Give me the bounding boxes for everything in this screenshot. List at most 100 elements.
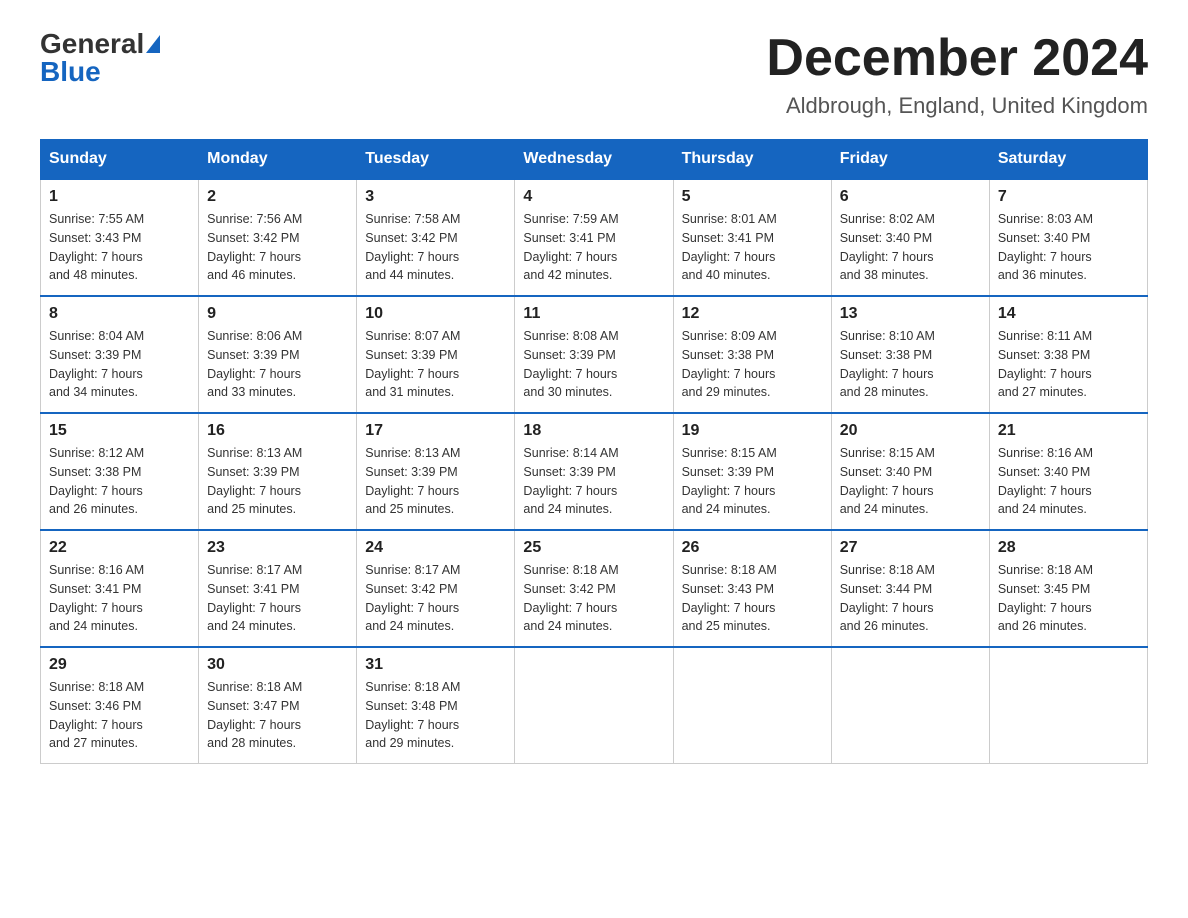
day-info: Sunrise: 8:18 AMSunset: 3:44 PMDaylight:… [840,563,935,633]
day-number: 18 [523,422,664,440]
day-info: Sunrise: 8:18 AMSunset: 3:42 PMDaylight:… [523,563,618,633]
calendar-cell: 13Sunrise: 8:10 AMSunset: 3:38 PMDayligh… [831,296,989,413]
calendar-cell: 20 Sunrise: 8:15 AMSunset: 3:40 PMDayligh… [831,413,989,530]
day-number: 13 [840,305,981,323]
day-info: Sunrise: 8:18 AMSunset: 3:47 PMDaylight:… [207,680,302,750]
day-info: Sunrise: 8:02 AMSunset: 3:40 PMDaylight:… [840,212,935,282]
day-info: Sunrise: 8:13 AMSunset: 3:39 PMDaylight:… [365,446,460,516]
day-info: Sunrise: 7:55 AMSunset: 3:43 PMDaylight:… [49,212,144,282]
day-number: 10 [365,305,506,323]
calendar-cell [989,647,1147,764]
day-number: 21 [998,422,1139,440]
header-friday: Friday [831,140,989,180]
day-number: 11 [523,305,664,323]
month-year-title: December 2024 [766,30,1148,87]
day-info: Sunrise: 8:04 AMSunset: 3:39 PMDaylight:… [49,329,144,399]
calendar-cell: 3Sunrise: 7:58 AMSunset: 3:42 PMDaylight… [357,179,515,296]
day-number: 27 [840,539,981,557]
logo: General Blue [40,30,160,86]
day-info: Sunrise: 8:15 AMSunset: 3:40 PMDaylight:… [840,446,935,516]
calendar-cell: 26Sunrise: 8:18 AMSunset: 3:43 PMDayligh… [673,530,831,647]
day-info: Sunrise: 8:11 AMSunset: 3:38 PMDaylight:… [998,329,1092,399]
day-info: Sunrise: 8:16 AMSunset: 3:41 PMDaylight:… [49,563,144,633]
location-subtitle: Aldbrough, England, United Kingdom [766,93,1148,119]
calendar-cell: 12Sunrise: 8:09 AMSunset: 3:38 PMDayligh… [673,296,831,413]
calendar-table: Sunday Monday Tuesday Wednesday Thursday… [40,139,1148,764]
day-number: 8 [49,305,190,323]
day-number: 14 [998,305,1139,323]
day-info: Sunrise: 8:01 AMSunset: 3:41 PMDaylight:… [682,212,777,282]
day-number: 25 [523,539,664,557]
calendar-week-3: 15 Sunrise: 8:12 AMSunset: 3:38 PMDayligh… [41,413,1148,530]
day-info: Sunrise: 7:59 AMSunset: 3:41 PMDaylight:… [523,212,618,282]
day-info: Sunrise: 8:12 AMSunset: 3:38 PMDaylight:… [49,446,144,516]
day-info: Sunrise: 8:09 AMSunset: 3:38 PMDaylight:… [682,329,777,399]
calendar-cell: 1 Sunrise: 7:55 AMSunset: 3:43 PMDaylight… [41,179,199,296]
calendar-cell [515,647,673,764]
header-tuesday: Tuesday [357,140,515,180]
day-info: Sunrise: 7:56 AMSunset: 3:42 PMDaylight:… [207,212,302,282]
day-number: 17 [365,422,506,440]
calendar-cell [673,647,831,764]
calendar-cell: 15 Sunrise: 8:12 AMSunset: 3:38 PMDayligh… [41,413,199,530]
day-number: 4 [523,188,664,206]
calendar-cell: 18 Sunrise: 8:14 AMSunset: 3:39 PMDayligh… [515,413,673,530]
calendar-cell: 27 Sunrise: 8:18 AMSunset: 3:44 PMDayligh… [831,530,989,647]
day-info: Sunrise: 8:08 AMSunset: 3:39 PMDaylight:… [523,329,618,399]
logo-blue: Blue [40,56,101,87]
day-info: Sunrise: 8:18 AMSunset: 3:48 PMDaylight:… [365,680,460,750]
calendar-week-2: 8 Sunrise: 8:04 AMSunset: 3:39 PMDaylight… [41,296,1148,413]
day-info: Sunrise: 8:18 AMSunset: 3:46 PMDaylight:… [49,680,144,750]
day-number: 9 [207,305,348,323]
day-number: 24 [365,539,506,557]
day-number: 2 [207,188,348,206]
calendar-week-4: 22 Sunrise: 8:16 AMSunset: 3:41 PMDayligh… [41,530,1148,647]
weekday-header-row: Sunday Monday Tuesday Wednesday Thursday… [41,140,1148,180]
calendar-cell: 2 Sunrise: 7:56 AMSunset: 3:42 PMDaylight… [199,179,357,296]
calendar-cell: 19 Sunrise: 8:15 AMSunset: 3:39 PMDayligh… [673,413,831,530]
day-number: 30 [207,656,348,674]
title-area: December 2024 Aldbrough, England, United… [766,30,1148,119]
logo-general: General [40,30,144,58]
calendar-cell: 22 Sunrise: 8:16 AMSunset: 3:41 PMDayligh… [41,530,199,647]
calendar-cell: 25 Sunrise: 8:18 AMSunset: 3:42 PMDayligh… [515,530,673,647]
calendar-cell: 17 Sunrise: 8:13 AMSunset: 3:39 PMDayligh… [357,413,515,530]
day-number: 23 [207,539,348,557]
calendar-cell: 6 Sunrise: 8:02 AMSunset: 3:40 PMDaylight… [831,179,989,296]
day-number: 16 [207,422,348,440]
calendar-cell: 4 Sunrise: 7:59 AMSunset: 3:41 PMDaylight… [515,179,673,296]
day-number: 20 [840,422,981,440]
calendar-cell [831,647,989,764]
header-thursday: Thursday [673,140,831,180]
day-number: 29 [49,656,190,674]
calendar-week-5: 29 Sunrise: 8:18 AMSunset: 3:46 PMDayligh… [41,647,1148,764]
day-info: Sunrise: 7:58 AMSunset: 3:42 PMDaylight:… [365,212,460,282]
calendar-week-1: 1 Sunrise: 7:55 AMSunset: 3:43 PMDaylight… [41,179,1148,296]
day-number: 1 [49,188,190,206]
calendar-cell: 14 Sunrise: 8:11 AMSunset: 3:38 PMDayligh… [989,296,1147,413]
day-number: 6 [840,188,981,206]
header-wednesday: Wednesday [515,140,673,180]
day-number: 15 [49,422,190,440]
day-number: 22 [49,539,190,557]
day-number: 19 [682,422,823,440]
calendar-cell: 7Sunrise: 8:03 AMSunset: 3:40 PMDaylight… [989,179,1147,296]
calendar-cell: 11 Sunrise: 8:08 AMSunset: 3:39 PMDayligh… [515,296,673,413]
day-info: Sunrise: 8:07 AMSunset: 3:39 PMDaylight:… [365,329,460,399]
day-info: Sunrise: 8:16 AMSunset: 3:40 PMDaylight:… [998,446,1093,516]
day-number: 26 [682,539,823,557]
calendar-cell: 8 Sunrise: 8:04 AMSunset: 3:39 PMDaylight… [41,296,199,413]
logo-triangle-icon [146,35,160,53]
day-info: Sunrise: 8:15 AMSunset: 3:39 PMDaylight:… [682,446,777,516]
header-saturday: Saturday [989,140,1147,180]
day-number: 31 [365,656,506,674]
calendar-cell: 21 Sunrise: 8:16 AMSunset: 3:40 PMDayligh… [989,413,1147,530]
day-number: 5 [682,188,823,206]
day-info: Sunrise: 8:03 AMSunset: 3:40 PMDaylight:… [998,212,1093,282]
day-info: Sunrise: 8:14 AMSunset: 3:39 PMDaylight:… [523,446,618,516]
calendar-cell: 29 Sunrise: 8:18 AMSunset: 3:46 PMDayligh… [41,647,199,764]
calendar-cell: 28Sunrise: 8:18 AMSunset: 3:45 PMDayligh… [989,530,1147,647]
day-info: Sunrise: 8:17 AMSunset: 3:42 PMDaylight:… [365,563,460,633]
calendar-cell: 5 Sunrise: 8:01 AMSunset: 3:41 PMDaylight… [673,179,831,296]
day-info: Sunrise: 8:18 AMSunset: 3:45 PMDaylight:… [998,563,1093,633]
